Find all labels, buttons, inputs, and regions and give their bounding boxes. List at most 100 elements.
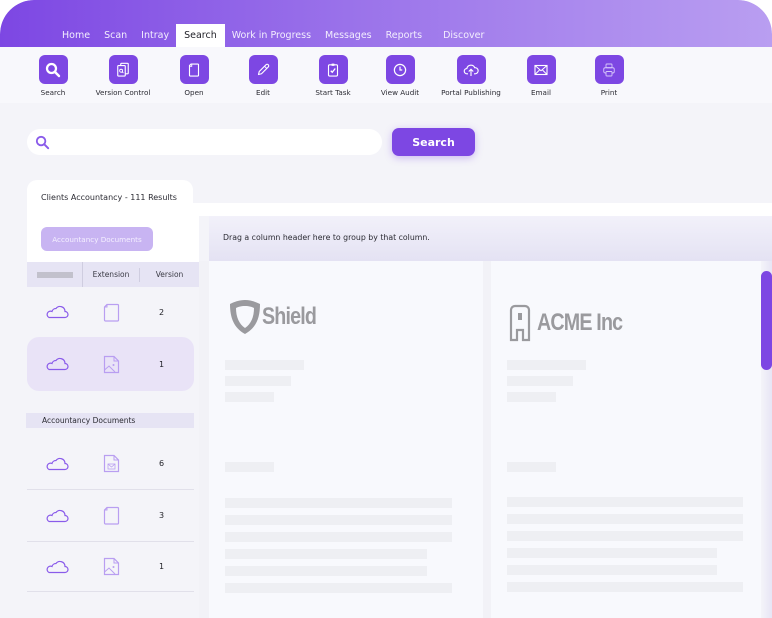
table-row[interactable]: 2 [27,289,194,335]
cloud-icon [46,357,69,371]
image-file-icon [103,557,119,576]
placeholder-line [225,566,427,576]
logo-text: Shield [262,303,317,330]
search-icon [38,55,68,84]
placeholder-line [507,462,556,472]
search-button[interactable]: Search [392,128,475,156]
cloud-icon [46,305,69,319]
tool-label: Email [531,88,551,97]
placeholder-line [225,498,452,508]
placeholder-line [507,360,586,370]
shield-icon [230,300,260,334]
open-button[interactable]: Open [154,55,234,97]
task-checklist-icon [318,55,348,84]
version-value: 3 [158,511,165,520]
tool-label: Start Task [315,88,351,97]
version-control-icon [108,55,138,84]
table-row[interactable]: 6 [27,438,194,490]
group-chip[interactable]: Accountancy Documents [41,227,153,251]
printer-icon [594,55,624,84]
placeholder-line [507,376,573,386]
search-field[interactable] [27,129,382,155]
nav-messages[interactable]: Messages [318,24,379,47]
portal-publishing-button[interactable]: Portal Publishing [431,55,511,97]
cloud-icon [46,509,69,522]
preview-card-acme[interactable]: ACME Inc [491,261,761,618]
nav-work-in-progress[interactable]: Work in Progress [225,24,318,47]
pen-icon [248,55,278,84]
nav-discover[interactable]: Discover [436,24,491,47]
column-header-storage[interactable] [27,262,83,287]
placeholder-line [507,497,743,507]
version-value: 2 [158,307,165,317]
placeholder-line [225,360,304,370]
nav-intray[interactable]: Intray [134,24,176,47]
search-input[interactable] [57,129,382,155]
column-gutter [199,261,209,618]
image-file-icon [103,355,119,373]
placeholder-line [507,565,717,575]
group-panel: Accountancy Documents [27,216,199,262]
column-header-placeholder [36,271,73,278]
document-icon [179,55,209,84]
top-navigation-bar: Home Scan Intray Search Work in Progress… [0,0,772,47]
shield-logo: Shield [228,298,328,336]
email-file-icon [103,454,119,473]
placeholder-line [225,392,274,402]
placeholder-line [225,515,452,525]
nav-scan[interactable]: Scan [97,24,134,47]
tool-label: Portal Publishing [441,88,501,97]
table-row[interactable]: 1 [27,542,194,592]
placeholder-line [225,532,452,542]
placeholder-line [507,392,556,402]
print-button[interactable]: Print [569,55,649,97]
search-tool-button[interactable]: Search [13,55,93,97]
version-control-button[interactable]: Version Control [83,55,163,97]
logo-text: ACME Inc [537,309,623,336]
tool-label: Edit [256,88,270,97]
placeholder-line [507,582,743,592]
results-tab[interactable]: Clients Accountancy - 111 Results [27,180,193,216]
tool-label: Print [600,88,618,97]
group-by-drop-zone[interactable]: Drag a column header here to group by th… [209,216,772,261]
cloud-icon [46,560,69,573]
version-value: 1 [158,562,165,571]
nav-home[interactable]: Home [55,24,97,47]
placeholder-line [225,583,452,593]
cloud-icon [46,457,69,470]
placeholder-line [225,376,291,386]
tool-label: View Audit [380,88,420,97]
column-gutter [483,261,491,618]
group-label: Accountancy Documents [26,413,194,428]
view-audit-button[interactable]: View Audit [360,55,440,97]
document-icon [103,506,119,525]
tab-strip [193,203,772,216]
placeholder-line [225,462,274,472]
edit-button[interactable]: Edit [223,55,303,97]
main-nav: Home Scan Intray Search Work in Progress… [55,24,491,47]
tool-label: Open [184,88,204,97]
app-window: Home Scan Intray Search Work in Progress… [0,0,772,618]
tool-label: Version Control [95,88,151,97]
clock-icon [385,55,415,84]
version-value: 1 [158,359,165,369]
results-column-header: Extension Version [27,262,199,287]
preview-card-shield[interactable]: Shield [209,261,483,618]
placeholder-line [507,514,743,524]
action-toolbar: Search Version Control Open Edit Start T… [0,47,772,103]
table-row-selected[interactable]: 1 [27,337,194,391]
placeholder-line [507,548,717,558]
tool-label: Search [40,88,66,97]
table-row[interactable]: 3 [27,490,194,542]
acme-logo: ACME Inc [508,304,641,342]
version-value: 6 [158,459,165,468]
nav-search[interactable]: Search [176,24,225,47]
scrollbar-thumb[interactable] [761,271,772,370]
placeholder-line [507,531,743,541]
column-header-version[interactable]: Version [140,270,199,279]
column-header-extension[interactable]: Extension [83,267,140,282]
nav-reports[interactable]: Reports [379,24,436,47]
search-icon [35,135,50,149]
placeholder-line [225,549,427,559]
document-icon [103,303,119,322]
